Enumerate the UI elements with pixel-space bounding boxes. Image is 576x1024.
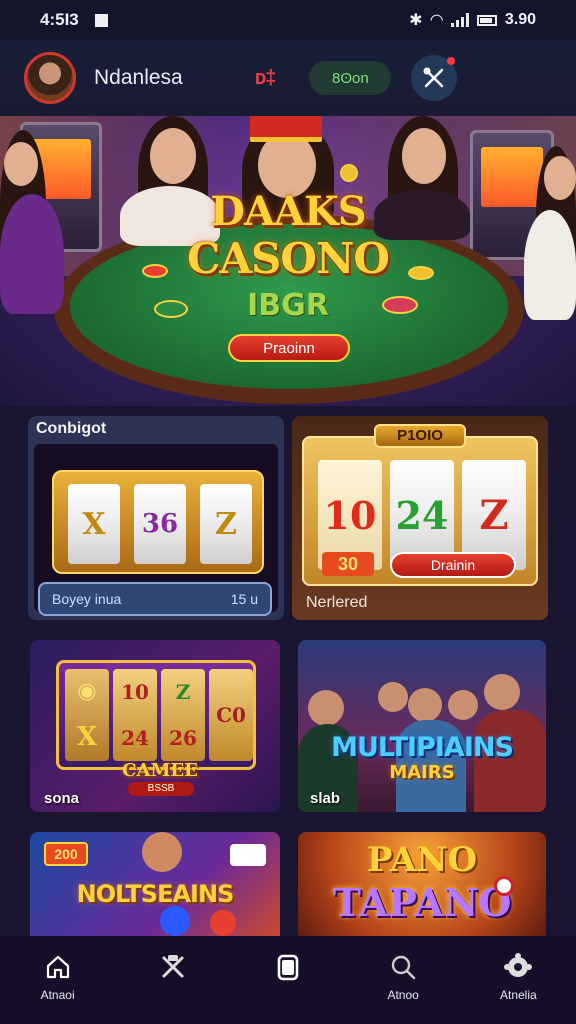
game-name: slab [310,790,341,807]
game-count: 15 u [230,591,258,607]
balance-pill[interactable]: 8ʘon [309,61,392,95]
wallet-icon [277,954,299,981]
status-time: 4:5I3 [40,10,79,29]
nav-label: Atnelia [499,988,537,1002]
hero-play-button[interactable]: Praoinn [228,334,350,362]
game-title: NOLTSEAINS [76,880,235,908]
avatar[interactable] [24,52,76,104]
game-name: sona [44,790,80,807]
play-button[interactable]: Drainin [390,552,516,578]
game-subtitle: MAIRS [389,762,455,783]
nav-home[interactable]: Atnaoi [13,952,103,1002]
game-title: PANO [366,840,478,880]
game-name: Nerlered [306,594,368,611]
bottom-navigation: Atnaoi Atnoo Atnelia [0,936,576,1024]
game-card[interactable]: PANO TAPANO [298,832,546,942]
player-figure [142,832,182,872]
crown-hat-image [250,116,322,142]
player-figure [308,690,344,726]
coin-icon [340,164,358,182]
home-icon [46,955,69,979]
game-card[interactable]: 200 NOLTSEAINS [30,832,280,942]
battery-icon [476,14,497,26]
notification-dot [447,57,456,65]
game-title: MULTIPIAINS [331,732,514,763]
game-badge: P1OIO [374,424,466,448]
nav-search[interactable]: Atnoo [358,952,448,1002]
balance-value: 8ʘon [332,69,369,87]
nav-label: Atnoo [387,988,419,1002]
chip-icon [382,296,418,314]
wrench-cross-icon [423,67,444,88]
wifi-icon: ◠ [430,12,443,29]
chip-icon [154,300,188,318]
chip-icon [142,264,168,278]
player-figure [0,194,64,314]
game-card[interactable]: ◉ X 10 24 Z 26 C0 CAMEE BSSB sona [30,640,280,812]
status-bar: 4:5I3 ✱ ◠ 3.90 [0,0,576,40]
hero-title: DAAKS [210,188,366,235]
bluetooth-icon: ✱ [409,12,423,29]
slot-reels-image: ◉ X 10 24 Z 26 C0 [56,660,256,770]
nav-settings[interactable]: Atnelia [473,952,563,1002]
chip-icon [408,266,434,280]
settings-icon [504,953,533,977]
hero-title: CASONO [187,234,390,283]
app-header: Ndanlesa ᴅ‡ 8ʘon [0,40,576,116]
notification-icon [94,13,108,27]
game-card[interactable]: 10 24 Z P1OIO 30 Drainin Nerlered [292,416,548,620]
signal-icon [450,13,469,27]
game-badge: 200 [44,842,88,866]
section-label: Conbigot [36,420,107,437]
game-name: Boyey inua [52,591,122,607]
hero-banner[interactable]: DAAKS CASONO IBGR Praoinn [0,116,576,406]
username: Ndanlesa [94,66,183,89]
search-icon [391,955,416,980]
nav-tools[interactable] [128,952,218,988]
coin-icon [210,910,236,936]
game-card[interactable]: Conbigot X 36 Z Boyey inua 15 u [28,416,284,620]
game-title: CAMEE [122,760,198,781]
hero-subtitle: IBGR [247,288,329,323]
multiplier-badge: 30 [322,552,374,576]
coin-icon [160,906,190,936]
game-card[interactable]: MULTIPIAINS MAIRS slab [298,640,546,812]
tools-icon [162,955,184,978]
battery-level: 3.90 [504,11,536,28]
game-info-bar[interactable]: Boyey inua 15 u [38,582,272,616]
nav-wallet[interactable] [243,952,333,988]
slot-reels-image: X 36 Z [52,470,264,574]
player-figure [524,210,576,320]
chip-icon [494,876,514,896]
game-subtitle: BSSB [128,782,194,796]
flag-icon[interactable]: ᴅ‡ [255,67,277,90]
nav-label: Atnaoi [40,988,75,1002]
tools-button[interactable] [411,55,458,101]
